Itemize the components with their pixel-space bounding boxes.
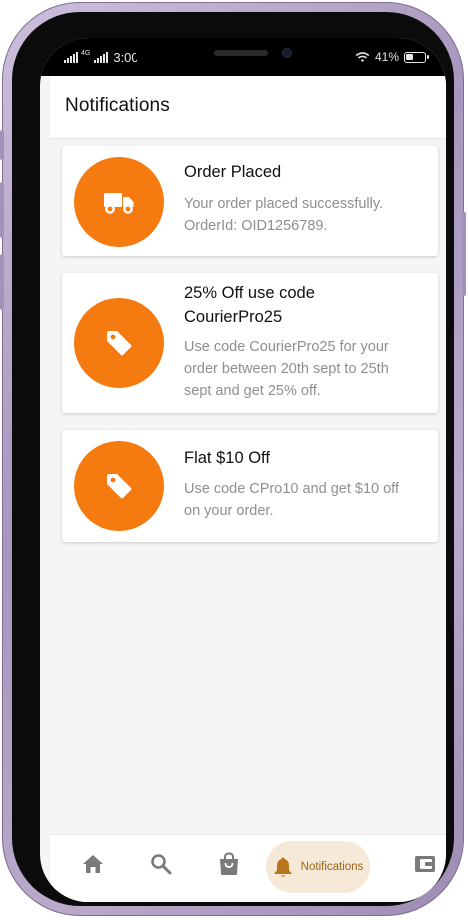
app-bar: Notifications <box>50 76 446 139</box>
notification-title-line: CourierPro25 <box>184 308 283 326</box>
battery-level <box>406 53 413 60</box>
status-left: 4G 3:00 <box>64 50 139 65</box>
notification-card[interactable]: Flat $10 Off Use code CPro10 and get $10… <box>62 430 438 542</box>
signal-icon-2 <box>94 52 109 63</box>
bottom-nav: Notifications <box>50 834 446 902</box>
bell-icon <box>274 857 292 877</box>
shopping-bag-icon <box>220 852 238 875</box>
status-bar: 4G 3:00 41% <box>40 38 446 76</box>
network-type: 4G <box>81 50 91 57</box>
notification-body: Your order placed successfully. OrderId:… <box>184 193 422 237</box>
power-button <box>462 212 466 296</box>
nav-orders-button[interactable] <box>208 835 250 893</box>
phone-frame: 4G 3:00 41% Notifications Order Placed Y… <box>0 2 466 916</box>
notification-body-line: OrderId: OID1256789. <box>184 218 328 234</box>
notification-body: Use code CourierPro25 for your order bet… <box>184 336 422 402</box>
earpiece-speaker <box>214 50 268 56</box>
status-time: 3:00 <box>113 50 139 65</box>
wifi-icon <box>355 52 370 62</box>
notification-body-line: Your order placed successfully. <box>184 196 384 212</box>
search-icon <box>151 854 172 875</box>
notification-body-line: on your order. <box>184 503 274 519</box>
wallet-icon <box>415 856 435 872</box>
notification-title: Order Placed <box>184 160 426 184</box>
notification-card[interactable]: Order Placed Your order placed successfu… <box>62 146 438 256</box>
nav-notifications-button[interactable]: Notifications <box>266 841 370 893</box>
notification-icon-circle <box>74 298 164 388</box>
camera-notch <box>136 38 350 76</box>
notification-body-line: Use code CourierPro25 for your <box>184 339 389 355</box>
home-icon <box>83 855 103 873</box>
notification-card[interactable]: 25% Off use code CourierPro25 Use code C… <box>62 273 438 413</box>
notification-body-line: sept and get 25% off. <box>184 383 321 399</box>
signal-icon <box>64 52 78 63</box>
notification-title-line: Order Placed <box>184 163 282 181</box>
mute-switch <box>0 130 4 160</box>
page-title: Notifications <box>65 95 170 116</box>
battery-percent: 41% <box>374 50 399 64</box>
notification-icon-circle <box>74 157 164 247</box>
truck-icon <box>104 193 134 214</box>
nav-home-button[interactable] <box>72 835 114 893</box>
volume-up-button <box>0 182 4 238</box>
tag-icon <box>107 474 132 499</box>
battery-icon <box>404 51 429 63</box>
nav-notifications-label: Notifications <box>300 861 364 873</box>
notification-title: 25% Off use code CourierPro25 <box>184 281 426 329</box>
status-right: 41% <box>355 50 429 64</box>
notification-title: Flat $10 Off <box>184 446 426 470</box>
volume-down-button <box>0 254 4 310</box>
notification-title-line: Flat $10 Off <box>184 449 270 467</box>
notification-body: Use code CPro10 and get $10 off on your … <box>184 478 422 522</box>
notification-title-line: 25% Off use code <box>184 284 315 302</box>
tag-icon <box>107 331 132 356</box>
screen: 4G 3:00 41% Notifications Order Placed Y… <box>40 38 446 902</box>
nav-wallet-button[interactable] <box>404 835 446 893</box>
phone-bezel: 4G 3:00 41% Notifications Order Placed Y… <box>12 12 454 906</box>
nav-search-button[interactable] <box>140 835 182 893</box>
front-camera <box>282 48 292 58</box>
notification-icon-circle <box>74 441 164 531</box>
notification-body-line: Use code CPro10 and get $10 off <box>184 481 399 497</box>
notification-body-line: order between 20th sept to 25th <box>184 361 389 377</box>
